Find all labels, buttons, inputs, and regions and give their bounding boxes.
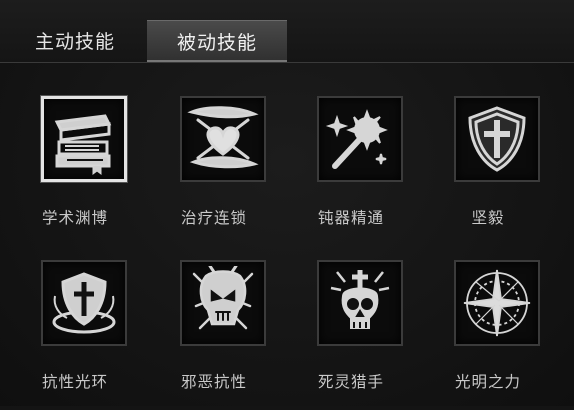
skill-tile[interactable]	[317, 260, 403, 346]
skill-name: 钝器精通	[317, 209, 384, 227]
skill-slot-resistance-aura[interactable]: 抗性光环	[19, 260, 131, 410]
skill-tile[interactable]	[41, 260, 127, 346]
light-star-icon	[463, 269, 531, 337]
skill-tile[interactable]	[317, 96, 403, 182]
skill-tile[interactable]	[180, 260, 266, 346]
tab-active-skills[interactable]: 主动技能	[12, 20, 138, 60]
mace-icon	[325, 109, 388, 169]
skill-name: 邪恶抗性	[180, 373, 247, 391]
heart-chain-icon	[187, 106, 259, 169]
cross-shield-icon	[468, 106, 526, 172]
skill-name: 治疗连锁	[180, 209, 247, 227]
tab-passive-skills[interactable]: 被动技能	[147, 20, 287, 62]
skill-slot-blunt-mastery[interactable]: 钝器精通	[295, 96, 407, 246]
skill-tile[interactable]	[454, 96, 540, 182]
skill-tab-bar: 主动技能 被动技能	[0, 0, 574, 63]
skill-slot-scholarship[interactable]: 学术渊博	[19, 95, 131, 246]
skill-tile[interactable]	[454, 260, 540, 346]
skull-cross-icon	[330, 270, 390, 329]
skill-name: 抗性光环	[41, 373, 108, 391]
skill-tile[interactable]	[40, 95, 128, 183]
demon-skull-icon	[192, 266, 254, 330]
skill-name: 坚毅	[471, 209, 505, 227]
skill-tile[interactable]	[180, 96, 266, 182]
skill-slot-necro-hunter[interactable]: 死灵猎手	[295, 260, 407, 410]
skill-slot-healing-chain[interactable]: 治疗连锁	[158, 96, 270, 246]
shield-aura-icon	[52, 272, 116, 334]
skill-name: 死灵猎手	[317, 373, 384, 391]
skill-name: 学术渊博	[41, 209, 108, 227]
skill-slot-power-of-light[interactable]: 光明之力	[432, 260, 544, 410]
skill-slot-fortitude[interactable]: 坚毅	[432, 96, 544, 246]
skill-slot-evil-resistance[interactable]: 邪恶抗性	[158, 260, 270, 410]
passive-skills-panel: 主动技能 被动技能 学术渊博 治疗连锁 钝器精通 坚毅 抗性光环 邪恶抗性 死灵…	[0, 0, 574, 406]
books-icon	[54, 114, 112, 175]
skill-name: 光明之力	[454, 373, 521, 391]
